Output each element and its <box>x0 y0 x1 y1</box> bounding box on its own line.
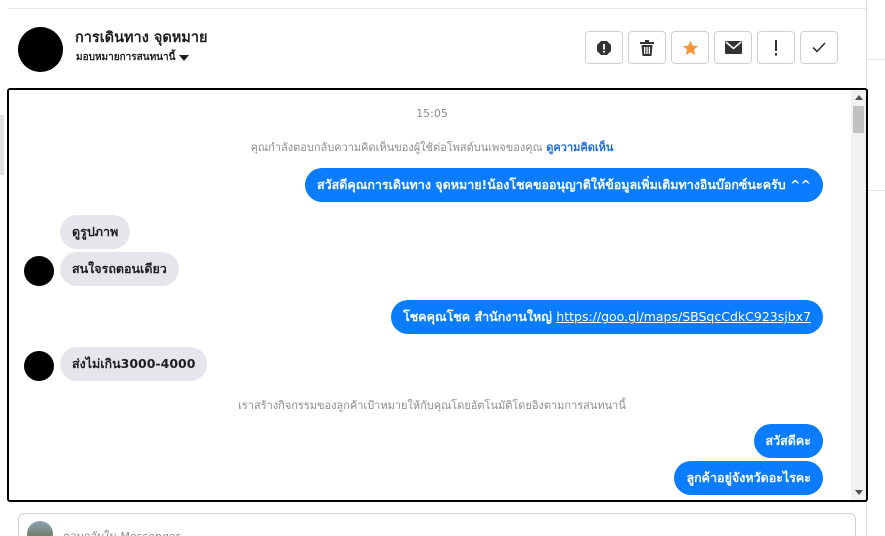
contact-avatar[interactable] <box>18 27 63 72</box>
reply-composer[interactable]: ตอบกลับใน Messenger <box>18 513 856 536</box>
right-side-panel-edge <box>866 0 885 536</box>
incoming-message: สนใจรถตอนเดียว <box>60 252 179 286</box>
message-thread[interactable]: 15:05 คุณกำลังตอบกลับความคิดเห็นของผู้ใช… <box>7 88 868 502</box>
scroll-up-arrow-icon[interactable] <box>855 95 863 100</box>
divider <box>867 59 885 60</box>
delete-button[interactable] <box>628 31 666 64</box>
lead-activity-note: เราสร้างกิจกรรมของลูกค้าเป้าหมายให้กับคุ… <box>238 399 626 412</box>
mark-unread-button[interactable] <box>714 31 752 64</box>
reply-context-text: คุณกำลังตอบกลับความคิดเห็นของผู้ใช้ต่อโพ… <box>250 141 543 154</box>
divider <box>867 190 885 191</box>
message-timestamp: 15:05 <box>416 107 448 120</box>
outgoing-message: โชคคุณโชค สำนักงานใหญ่ https://goo.gl/ma… <box>391 300 823 334</box>
reply-context-note: คุณกำลังตอบกลับความคิดเห็นของผู้ใช้ต่อโพ… <box>9 138 855 156</box>
thread-scrollbar[interactable] <box>851 90 866 500</box>
assign-label: มอบหมายการสนทนานี้ <box>76 52 176 63</box>
incoming-message[interactable]: ดูรูปภาพ <box>60 215 131 249</box>
page-avatar <box>27 521 53 536</box>
contact-avatar-small <box>24 256 54 286</box>
scrollbar-thumb[interactable] <box>853 106 864 133</box>
outgoing-message: สวัสดีคะ <box>753 424 823 458</box>
conversation-header: การเดินทาง จุดหมาย มอบหมายการสนทนานี้ <box>8 9 866 89</box>
check-icon <box>812 42 826 53</box>
star-icon <box>682 40 698 55</box>
trash-icon <box>640 39 654 56</box>
incoming-message: ส่งไม่เกิน3000-4000 <box>60 347 208 381</box>
spam-button[interactable] <box>585 31 623 64</box>
messenger-inbox-page: การเดินทาง จุดหมาย มอบหมายการสนทนานี้ 15… <box>0 0 885 536</box>
outgoing-message: ลูกค้าอยู่จังหวัดอะไรคะ <box>674 461 823 495</box>
contact-name[interactable]: การเดินทาง จุดหมาย <box>75 26 208 49</box>
reply-input-placeholder[interactable]: ตอบกลับใน Messenger <box>63 527 180 536</box>
scroll-down-arrow-icon[interactable] <box>855 490 863 495</box>
view-comment-link[interactable]: ดูความคิดเห็น <box>546 141 613 154</box>
caret-down-icon <box>179 54 190 61</box>
conversation-toolbar <box>585 31 838 64</box>
outgoing-message-text: โชคคุณโชค สำนักงานใหญ่ <box>403 309 557 324</box>
outgoing-message: สวัสดีคุณการเดินทาง จุดหมาย!น้องโชคขออนุ… <box>304 168 823 202</box>
exclamation-icon <box>775 39 777 55</box>
important-button[interactable] <box>757 31 795 64</box>
maps-link[interactable]: https://goo.gl/maps/SBSqcCdkC923sjbx7 <box>556 309 811 324</box>
left-panel-scroll-mark <box>0 115 4 175</box>
follow-up-button[interactable] <box>671 31 709 64</box>
envelope-icon <box>724 41 742 54</box>
contact-avatar-small <box>24 351 54 381</box>
done-button[interactable] <box>800 31 838 64</box>
assign-conversation-dropdown[interactable]: มอบหมายการสนทนานี้ <box>76 50 190 65</box>
alert-icon <box>597 40 611 55</box>
